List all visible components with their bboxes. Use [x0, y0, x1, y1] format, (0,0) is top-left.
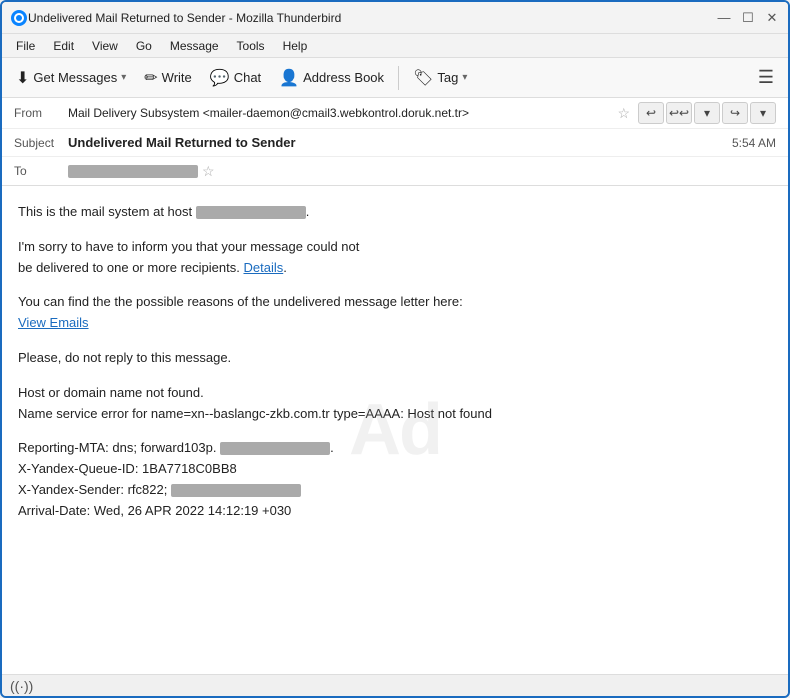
menu-bar: File Edit View Go Message Tools Help [2, 34, 788, 58]
menu-file[interactable]: File [8, 37, 43, 55]
chat-button[interactable]: 💬 Chat [202, 64, 269, 92]
subject-value: Undelivered Mail Returned to Sender [68, 135, 732, 150]
reporting-mta-label: Reporting-MTA: dns; forward103p. [18, 440, 216, 455]
subject-row: Subject Undelivered Mail Returned to Sen… [2, 129, 788, 157]
forward-button[interactable]: ↪ [722, 102, 748, 124]
paragraph-5-line2: Name service error for name=xn--baslangc… [18, 406, 492, 421]
to-value-blurred [68, 165, 198, 178]
paragraph-2: I'm sorry to have to inform you that you… [18, 237, 772, 279]
status-icon: ((·)) [10, 678, 33, 694]
get-messages-icon: ⬇ [16, 68, 29, 88]
details-link[interactable]: Details [243, 260, 283, 275]
paragraph-5: Host or domain name not found. Name serv… [18, 383, 772, 425]
reply-all-button[interactable]: ↩↩ [666, 102, 692, 124]
address-book-label: Address Book [303, 70, 384, 85]
nav-down-button[interactable]: ▾ [694, 102, 720, 124]
tag-icon: 🏷 [413, 68, 433, 88]
address-book-button[interactable]: 👤 Address Book [271, 64, 392, 92]
menu-edit[interactable]: Edit [45, 37, 82, 55]
yandex-queue-id: X-Yandex-Queue-ID: 1BA7718C0BB8 [18, 461, 237, 476]
paragraph-4: Please, do not reply to this message. [18, 348, 772, 369]
subject-label: Subject [14, 136, 68, 150]
arrival-date: Arrival-Date: Wed, 26 APR 2022 14:12:19 … [18, 503, 291, 518]
from-row: From Mail Delivery Subsystem <mailer-dae… [2, 98, 788, 129]
paragraph-5-line1: Host or domain name not found. [18, 385, 204, 400]
reply-button[interactable]: ↩ [638, 102, 664, 124]
main-window: Undelivered Mail Returned to Sender - Mo… [0, 0, 790, 698]
tag-label: Tag [437, 70, 458, 85]
app-icon [10, 9, 28, 27]
host-blurred [196, 206, 306, 219]
toolbar: ⬇ Get Messages ▾ ✏ Write 💬 Chat 👤 Addres… [2, 58, 788, 98]
view-emails-link[interactable]: View Emails [18, 315, 89, 330]
yandex-sender-label: X-Yandex-Sender: rfc822; [18, 482, 167, 497]
email-time: 5:54 AM [732, 136, 776, 150]
window-controls: — ☐ ✕ [716, 10, 780, 26]
tag-button[interactable]: 🏷 Tag ▾ [405, 64, 475, 92]
write-icon: ✏ [144, 68, 157, 88]
menu-tools[interactable]: Tools [229, 37, 273, 55]
get-messages-button[interactable]: ⬇ Get Messages ▾ [8, 64, 134, 92]
get-messages-label: Get Messages [33, 70, 117, 85]
paragraph-1: This is the mail system at host . [18, 202, 772, 223]
paragraph-4-text: Please, do not reply to this message. [18, 350, 231, 365]
address-book-icon: 👤 [279, 68, 299, 88]
chat-icon: 💬 [210, 68, 230, 88]
menu-help[interactable]: Help [275, 37, 316, 55]
tag-dropdown-icon[interactable]: ▾ [462, 72, 467, 83]
paragraph-6: Reporting-MTA: dns; forward103p. . X-Yan… [18, 438, 772, 521]
status-bar: ((·)) [2, 674, 788, 696]
to-star-icon[interactable]: ☆ [202, 163, 215, 180]
minimize-button[interactable]: — [716, 10, 732, 26]
email-body: Ad This is the mail system at host . I'm… [2, 186, 788, 674]
paragraph-2-line2: be delivered to one or more recipients. [18, 260, 240, 275]
star-icon[interactable]: ☆ [617, 105, 630, 122]
get-messages-dropdown-icon[interactable]: ▾ [121, 72, 126, 83]
hamburger-menu-button[interactable]: ☰ [750, 63, 782, 92]
paragraph-2-line1: I'm sorry to have to inform you that you… [18, 239, 359, 254]
from-label: From [14, 106, 68, 120]
yandex-sender-blurred [171, 484, 301, 497]
paragraph-3-text: You can find the the possible reasons of… [18, 294, 463, 309]
nav-more-button[interactable]: ▾ [750, 102, 776, 124]
close-button[interactable]: ✕ [764, 10, 780, 26]
email-body-text: This is the mail system at host . I'm so… [18, 202, 772, 522]
toolbar-separator-1 [398, 66, 399, 90]
reporting-mta-blurred [220, 442, 330, 455]
from-value: Mail Delivery Subsystem <mailer-daemon@c… [68, 106, 613, 120]
chat-label: Chat [234, 70, 261, 85]
menu-go[interactable]: Go [128, 37, 160, 55]
email-header: From Mail Delivery Subsystem <mailer-dae… [2, 98, 788, 186]
paragraph-1-text: This is the mail system at host [18, 204, 192, 219]
maximize-button[interactable]: ☐ [740, 10, 756, 26]
write-label: Write [162, 70, 192, 85]
paragraph-3: You can find the the possible reasons of… [18, 292, 772, 334]
menu-view[interactable]: View [84, 37, 126, 55]
menu-message[interactable]: Message [162, 37, 227, 55]
to-label: To [14, 164, 68, 178]
title-bar-text: Undelivered Mail Returned to Sender - Mo… [28, 11, 716, 25]
to-row: To ☆ [2, 157, 788, 185]
title-bar: Undelivered Mail Returned to Sender - Mo… [2, 2, 788, 34]
write-button[interactable]: ✏ Write [136, 64, 200, 92]
nav-arrows: ↩ ↩↩ ▾ ↪ ▾ [638, 102, 776, 124]
